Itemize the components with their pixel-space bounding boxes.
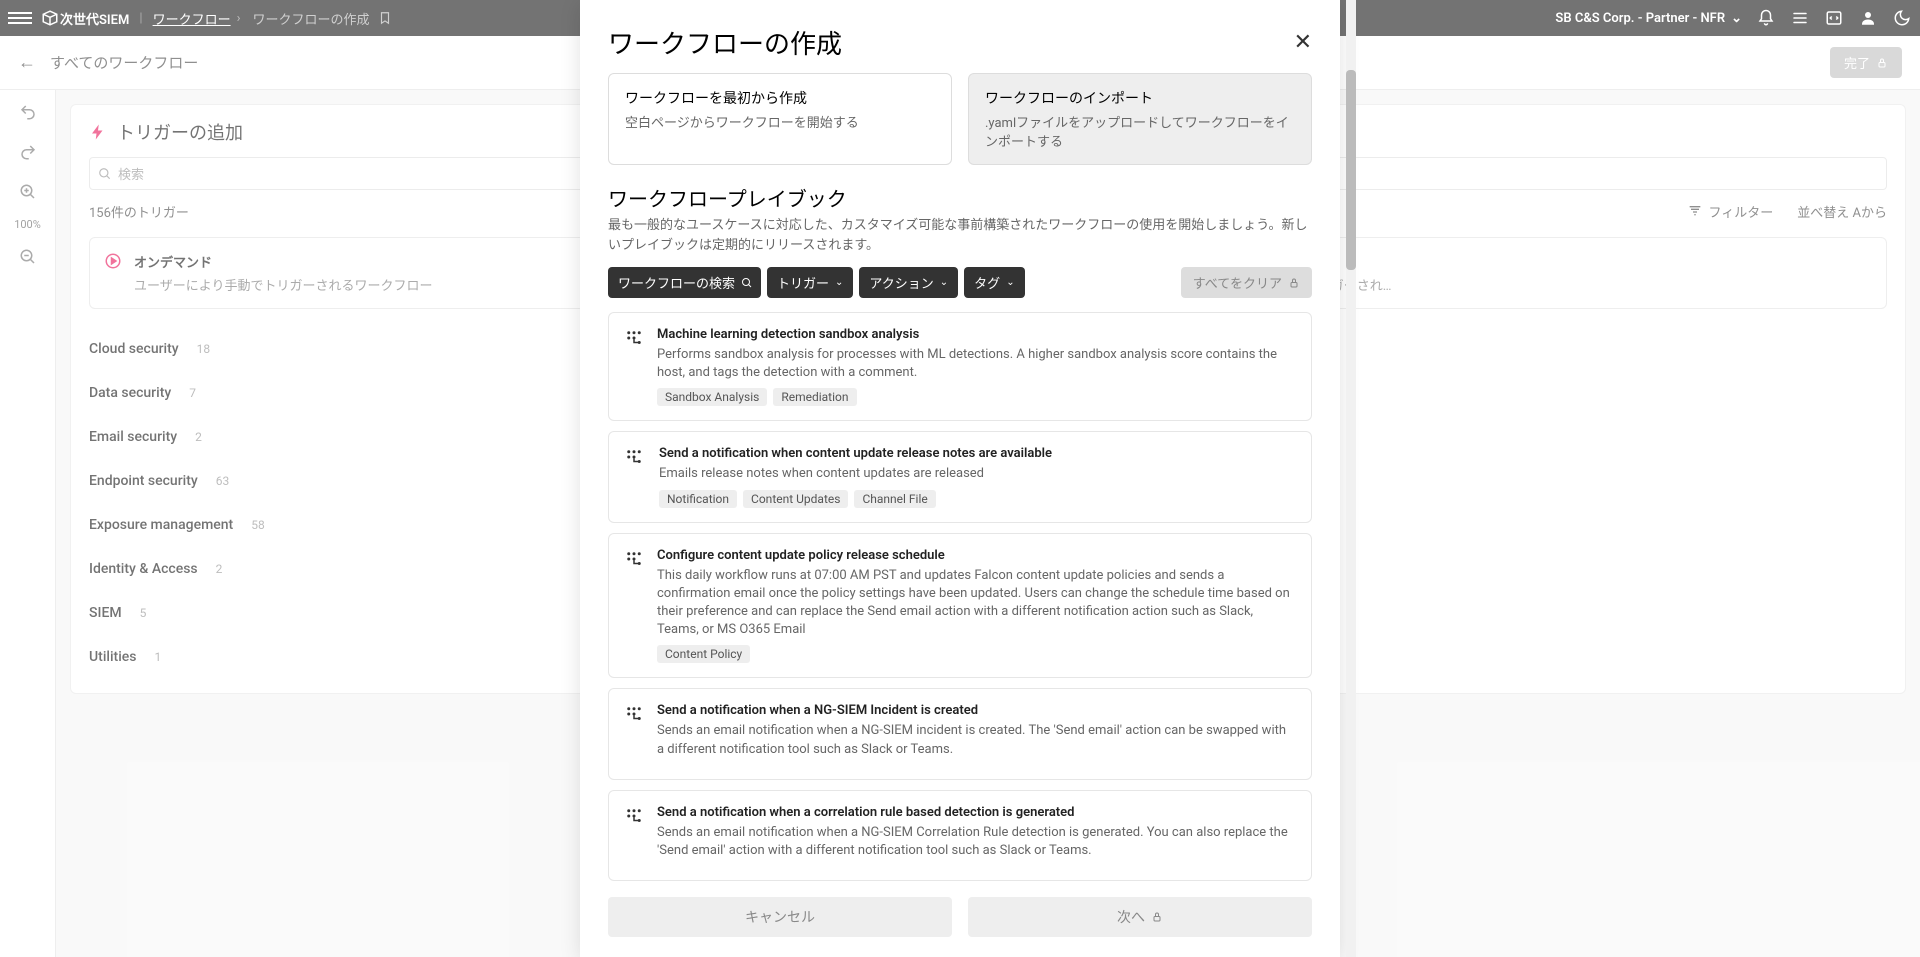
- playbook-item[interactable]: Machine learning detection sandbox analy…: [608, 312, 1312, 421]
- workflow-icon: [625, 327, 643, 406]
- lock-icon: [1288, 277, 1300, 289]
- playbook-title: Send a notification when a NG-SIEM Incid…: [657, 703, 1295, 718]
- playbook-item[interactable]: Send a notification when content update …: [608, 431, 1312, 522]
- playbook-tag: Sandbox Analysis: [657, 388, 767, 406]
- workflow-icon: [625, 703, 643, 764]
- playbook-desc: This daily workflow runs at 07:00 AM PST…: [657, 567, 1295, 640]
- chevron-down-icon: ⌄: [940, 277, 948, 288]
- playbook-desc: Performs sandbox analysis for processes …: [657, 346, 1295, 382]
- playbook-item[interactable]: Configure content update policy release …: [608, 533, 1312, 679]
- playbook-title: Machine learning detection sandbox analy…: [657, 327, 1295, 342]
- scrollbar-thumb[interactable]: [1346, 70, 1356, 270]
- create-from-scratch-option[interactable]: ワークフローを最初から作成 空白ページからワークフローを開始する: [608, 73, 952, 165]
- chevron-down-icon: ⌄: [1006, 277, 1014, 288]
- chevron-down-icon: ⌄: [835, 277, 843, 288]
- search-icon: [741, 277, 753, 289]
- playbook-title: Configure content update policy release …: [657, 548, 1295, 563]
- tag-filter-button[interactable]: タグ⌄: [964, 267, 1024, 298]
- cancel-button[interactable]: キャンセル: [608, 897, 952, 937]
- playbook-tag: Content Policy: [657, 645, 750, 663]
- playbook-tag: Content Updates: [743, 490, 848, 508]
- playbook-tag: Remediation: [773, 388, 856, 406]
- next-button[interactable]: 次へ: [968, 897, 1312, 937]
- workflow-icon: [625, 446, 645, 507]
- playbook-desc: Sends an email notification when a NG-SI…: [657, 722, 1295, 758]
- modal-title: ワークフローの作成: [608, 24, 842, 61]
- create-workflow-modal: ワークフローの作成 ✕ ワークフローを最初から作成 空白ページからワークフローを…: [580, 0, 1340, 957]
- workflow-icon: [625, 548, 643, 664]
- playbook-title: Send a notification when a correlation r…: [657, 805, 1295, 820]
- playbook-section-desc: 最も一般的なユースケースに対応した、カスタマイズ可能な事前構築されたワークフロー…: [608, 216, 1312, 255]
- workflow-search-button[interactable]: ワークフローの検索: [608, 267, 761, 298]
- lock-icon: [1151, 911, 1163, 923]
- playbook-desc: Emails release notes when content update…: [659, 465, 1052, 483]
- playbook-item[interactable]: Send a notification when a NG-SIEM Incid…: [608, 688, 1312, 779]
- playbook-section-title: ワークフロープレイブック: [608, 183, 1312, 212]
- clear-all-button: すべてをクリア: [1181, 267, 1312, 298]
- playbook-desc: Sends an email notification when a NG-SI…: [657, 824, 1295, 860]
- close-icon[interactable]: ✕: [1294, 30, 1312, 55]
- workflow-icon: [625, 805, 643, 866]
- modal-overlay: ワークフローの作成 ✕ ワークフローを最初から作成 空白ページからワークフローを…: [0, 0, 1920, 957]
- playbook-title: Send a notification when content update …: [659, 446, 1052, 461]
- trigger-filter-button[interactable]: トリガー⌄: [767, 267, 853, 298]
- playbook-tag: Channel File: [854, 490, 935, 508]
- import-workflow-option[interactable]: ワークフローのインポート .yamlファイルをアップロードしてワークフローをイン…: [968, 73, 1312, 165]
- action-filter-button[interactable]: アクション⌄: [859, 267, 958, 298]
- playbook-item[interactable]: Send a notification when a correlation r…: [608, 790, 1312, 881]
- playbook-tag: Notification: [659, 490, 737, 508]
